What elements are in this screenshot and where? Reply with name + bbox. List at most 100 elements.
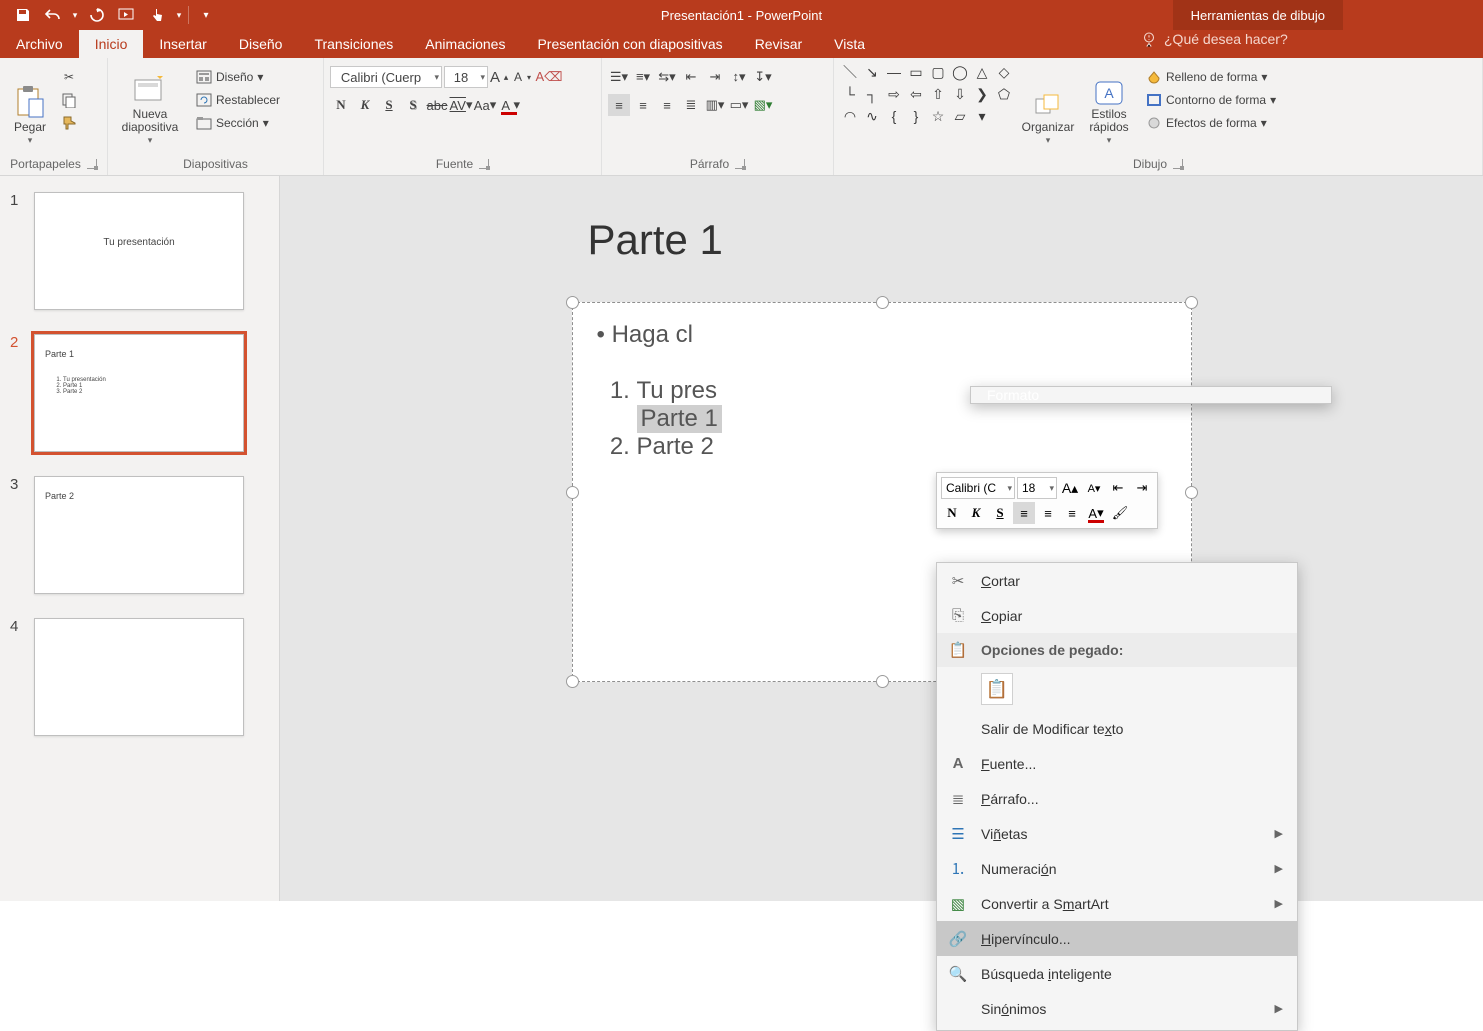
mini-font-color-button[interactable]: A▾ <box>1085 502 1107 524</box>
cut-icon[interactable]: ✂ <box>58 66 80 88</box>
resize-handle[interactable] <box>1185 296 1198 309</box>
tab-view[interactable]: Vista <box>818 30 881 58</box>
shape-arc-icon[interactable]: ◠ <box>840 106 860 126</box>
menu-paragraph[interactable]: ≣Párrafo... <box>937 781 1297 816</box>
paste-button[interactable]: Pegar ▾ <box>6 62 54 146</box>
mini-align-right-icon[interactable]: ≡ <box>1061 502 1083 524</box>
align-text-icon[interactable]: ▭▾ <box>728 94 750 116</box>
italic-button[interactable]: K <box>354 94 376 116</box>
slide-thumbnail-panel[interactable]: 1 Tu presentación 2 Parte 1 Tu presentac… <box>0 176 280 901</box>
menu-cut[interactable]: ✂Cortar <box>937 563 1297 598</box>
resize-handle[interactable] <box>876 296 889 309</box>
list-item[interactable]: Parte 2 <box>637 433 1167 461</box>
mini-increase-font-icon[interactable]: A▴ <box>1059 477 1081 499</box>
clipboard-launcher-icon[interactable] <box>87 159 97 169</box>
decrease-indent-icon[interactable]: ⇤ <box>680 66 702 88</box>
thumbnail-slide-4[interactable]: 4 <box>10 618 269 736</box>
undo-more-icon[interactable]: ▾ <box>70 2 80 28</box>
thumbnail-slide-1[interactable]: 1 Tu presentación <box>10 192 269 310</box>
menu-numbering[interactable]: ⒈Numeración▶ <box>937 851 1297 886</box>
shape-brace-l-icon[interactable]: { <box>884 106 904 126</box>
undo-icon[interactable] <box>40 2 66 28</box>
redo-icon[interactable] <box>84 2 110 28</box>
qat-customize-icon[interactable]: ▾ <box>193 2 219 28</box>
align-left-icon[interactable]: ≡ <box>608 94 630 116</box>
menu-synonyms[interactable]: Sinónimos▶ <box>937 991 1297 1026</box>
shape-fill-button[interactable]: Relleno de forma ▾ <box>1140 66 1282 88</box>
touch-mode-icon[interactable] <box>144 2 170 28</box>
save-icon[interactable] <box>10 2 36 28</box>
mini-italic-button[interactable]: K <box>965 502 987 524</box>
tab-design[interactable]: Diseño <box>223 30 299 58</box>
shape-brace-r-icon[interactable]: } <box>906 106 926 126</box>
menu-font[interactable]: AFuente... <box>937 746 1297 781</box>
bullets-button[interactable]: ☰▾ <box>608 66 630 88</box>
section-button[interactable]: Sección ▾ <box>190 112 286 134</box>
decrease-font-icon[interactable]: A▾ <box>514 66 536 88</box>
shadow-button[interactable]: S <box>402 94 424 116</box>
menu-bullets[interactable]: ☰Viñetas▶ <box>937 816 1297 851</box>
shape-arrow-icon[interactable]: ↘ <box>862 62 882 82</box>
justify-icon[interactable]: ≣ <box>680 94 702 116</box>
tab-transitions[interactable]: Transiciones <box>298 30 409 58</box>
mini-underline-button[interactable]: S <box>989 502 1011 524</box>
shape-arrowl-icon[interactable]: ⇦ <box>906 84 926 104</box>
smartart-convert-icon[interactable]: ▧▾ <box>752 94 774 116</box>
start-slideshow-icon[interactable] <box>114 2 140 28</box>
shape-more-icon[interactable]: ▾ <box>972 106 992 126</box>
resize-handle[interactable] <box>1185 486 1198 499</box>
mini-dec-indent-icon[interactable]: ⇤ <box>1107 477 1129 499</box>
format-painter-icon[interactable] <box>58 112 80 134</box>
tab-slideshow[interactable]: Presentación con diapositivas <box>521 30 738 58</box>
increase-indent-icon[interactable]: ⇥ <box>704 66 726 88</box>
reset-button[interactable]: Restablecer <box>190 89 286 111</box>
clear-formatting-icon[interactable]: A⌫ <box>538 66 560 88</box>
shape-rect-icon[interactable]: ▭ <box>906 62 926 82</box>
shape-curve-icon[interactable]: ∿ <box>862 106 882 126</box>
text-direction-icon[interactable]: ↧▾ <box>752 66 774 88</box>
shape-rrect-icon[interactable]: ▢ <box>928 62 948 82</box>
thumbnail-slide-3[interactable]: 3 Parte 2 <box>10 476 269 594</box>
char-spacing-button[interactable]: AV▾ <box>450 94 472 116</box>
mini-align-center-icon[interactable]: ≡ <box>1037 502 1059 524</box>
tab-home[interactable]: Inicio <box>79 30 144 58</box>
align-right-icon[interactable]: ≡ <box>656 94 678 116</box>
mini-inc-indent-icon[interactable]: ⇥ <box>1131 477 1153 499</box>
line-spacing-icon[interactable]: ↕▾ <box>728 66 750 88</box>
tab-animations[interactable]: Animaciones <box>409 30 521 58</box>
shape-diamond-icon[interactable]: ◇ <box>994 62 1014 82</box>
font-launcher-icon[interactable] <box>479 159 489 169</box>
quick-styles-button[interactable]: A Estilos rápidos▾ <box>1082 62 1136 146</box>
menu-copy[interactable]: ⎘Copiar <box>937 598 1297 633</box>
mini-format-painter-icon[interactable]: 🖌 <box>1109 502 1131 524</box>
shape-star-icon[interactable]: ☆ <box>928 106 948 126</box>
shape-line2-icon[interactable]: — <box>884 62 904 82</box>
strikethrough-button[interactable]: abc <box>426 94 448 116</box>
font-size-combo[interactable]: 18 <box>444 66 488 88</box>
copy-icon[interactable] <box>58 89 80 111</box>
align-center-icon[interactable]: ≡ <box>632 94 654 116</box>
shape-arrowu-icon[interactable]: ⇧ <box>928 84 948 104</box>
shape-oval-icon[interactable]: ◯ <box>950 62 970 82</box>
thumbnail-slide-2[interactable]: 2 Parte 1 Tu presentación Parte 1 Parte … <box>10 334 269 452</box>
touch-mode-more-icon[interactable]: ▾ <box>174 2 184 28</box>
mini-size-combo[interactable]: 18 <box>1017 477 1057 499</box>
shape-elbow-icon[interactable]: └ <box>840 84 860 104</box>
resize-handle[interactable] <box>566 296 579 309</box>
drawing-launcher-icon[interactable] <box>1173 159 1183 169</box>
shape-arrowr-icon[interactable]: ⇨ <box>884 84 904 104</box>
shape-line-icon[interactable]: ＼ <box>840 62 860 82</box>
change-case-button[interactable]: Aa▾ <box>474 94 496 116</box>
increase-font-icon[interactable]: A▴ <box>490 66 512 88</box>
paragraph-launcher-icon[interactable] <box>735 159 745 169</box>
mini-align-left-icon[interactable]: ≡ <box>1013 502 1035 524</box>
shape-elbow2-icon[interactable]: ┐ <box>862 84 882 104</box>
tell-me-search[interactable]: ¿Qué desea hacer? <box>1124 30 1304 48</box>
shape-chev-icon[interactable]: ❯ <box>972 84 992 104</box>
shape-outline-button[interactable]: Contorno de forma ▾ <box>1140 89 1282 111</box>
font-name-combo[interactable]: Calibri (Cuerp <box>330 66 442 88</box>
slide-title-text[interactable]: Parte 1 <box>588 216 1192 264</box>
shape-effects-button[interactable]: Efectos de forma ▾ <box>1140 112 1282 134</box>
new-slide-button[interactable]: Nueva diapositiva ▾ <box>114 62 186 146</box>
resize-handle[interactable] <box>566 675 579 688</box>
